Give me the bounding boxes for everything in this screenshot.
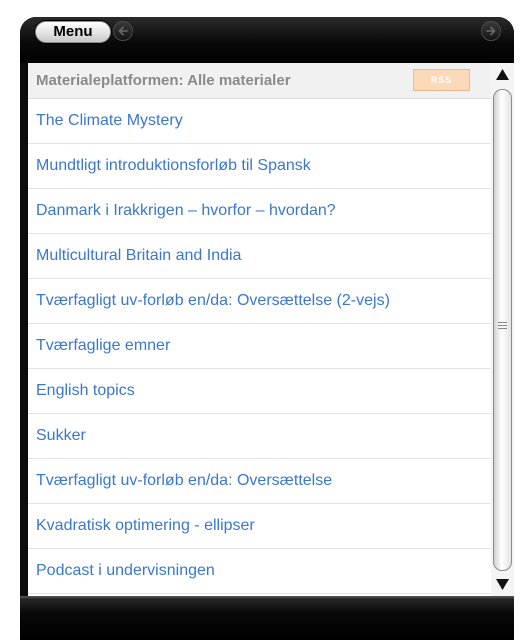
forward-button[interactable] bbox=[481, 21, 501, 41]
list-item[interactable]: Sukker bbox=[28, 414, 491, 459]
forward-arrow-icon bbox=[486, 26, 496, 36]
scroll-up-button[interactable] bbox=[491, 63, 514, 86]
scroll-thumb[interactable] bbox=[493, 89, 512, 571]
grip-line bbox=[498, 325, 507, 326]
top-toolbar: Menu bbox=[20, 17, 514, 63]
menu-button[interactable]: Menu bbox=[35, 21, 111, 43]
list-item[interactable]: Danmark i Irakkrigen – hvorfor – hvordan… bbox=[28, 189, 491, 234]
back-arrow-icon bbox=[118, 26, 128, 36]
scroll-down-button[interactable] bbox=[491, 573, 514, 596]
widget-window: Menu Materialeplatformen: Alle materiale… bbox=[20, 17, 514, 640]
list-item[interactable]: The Climate Mystery bbox=[28, 99, 491, 144]
vertical-scrollbar[interactable] bbox=[491, 63, 514, 596]
feed-header: Materialeplatformen: Alle materialer RSS bbox=[28, 63, 491, 99]
grip-line bbox=[498, 322, 507, 323]
triangle-up-icon bbox=[496, 69, 509, 80]
list-item[interactable]: Podcast i undervisningen bbox=[28, 549, 491, 594]
material-list: The Climate Mystery Mundtligt introdukti… bbox=[28, 99, 491, 594]
back-button[interactable] bbox=[113, 21, 133, 41]
list-item[interactable]: Tværfagligt uv-forløb en/da: Oversættels… bbox=[28, 459, 491, 504]
triangle-down-icon bbox=[496, 579, 509, 590]
list-item[interactable]: Mundtligt introduktionsforløb til Spansk bbox=[28, 144, 491, 189]
list-item[interactable]: Tværfagligt uv-forløb en/da: Oversættels… bbox=[28, 279, 491, 324]
grip-line bbox=[498, 328, 507, 329]
list-item[interactable]: English topics bbox=[28, 369, 491, 414]
rss-button[interactable]: RSS bbox=[413, 69, 470, 91]
feed-title: Materialeplatformen: Alle materialer bbox=[36, 72, 291, 89]
list-item[interactable]: Multicultural Britain and India bbox=[28, 234, 491, 279]
footer-highlight bbox=[20, 596, 514, 600]
list-item[interactable]: Kvadratisk optimering - ellipser bbox=[28, 504, 491, 549]
feed-content: Materialeplatformen: Alle materialer RSS… bbox=[28, 63, 491, 596]
list-item[interactable]: Tværfaglige emner bbox=[28, 324, 491, 369]
bottom-bar bbox=[20, 596, 514, 640]
